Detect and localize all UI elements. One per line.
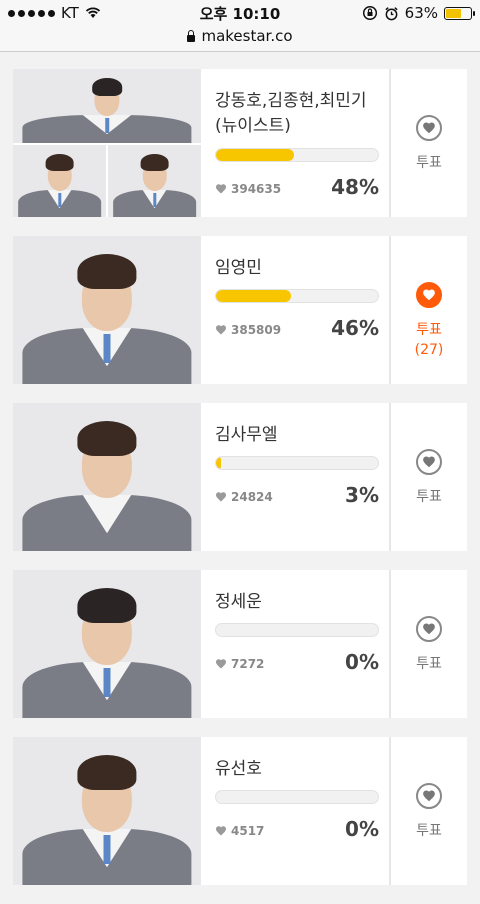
vote-button[interactable]: 투표 (389, 737, 467, 885)
candidate-name: 정세운 (215, 592, 262, 612)
vote-progress-bar (215, 790, 379, 804)
photo-area (13, 69, 201, 217)
candidate-info: 정세운 7272 0% (201, 570, 389, 718)
vote-progress-fill (216, 149, 294, 161)
vote-progress-bar (215, 456, 379, 470)
vote-percent: 46% (331, 316, 379, 340)
vote-count: 24824 (215, 490, 273, 504)
vote-percent: 48% (331, 175, 379, 199)
url-text: makestar.co (201, 27, 293, 45)
vote-count-value: 7272 (231, 657, 265, 671)
vote-count-value: 24824 (231, 490, 273, 504)
heart-vote-icon[interactable] (416, 115, 442, 141)
vote-percent: 0% (345, 817, 379, 841)
vote-label: 투표 (391, 153, 467, 173)
vote-progress-bar (215, 289, 379, 303)
lock-icon (187, 30, 196, 42)
vote-button[interactable]: 투표 (389, 570, 467, 718)
address-bar[interactable]: makestar.co (0, 26, 480, 52)
alarm-icon (385, 6, 398, 20)
my-vote-count: (27) (414, 342, 444, 358)
vote-label: 투표 (391, 821, 467, 841)
vote-button[interactable]: 투표 (27) (389, 236, 467, 384)
candidate-photo (13, 737, 201, 885)
vote-count: 7272 (215, 657, 264, 671)
candidate-info: 김사무엘 24824 3% (201, 403, 389, 551)
battery-icon (444, 6, 475, 20)
candidate-card: 정세운 7272 0% 투표 (13, 570, 467, 718)
vote-count: 4517 (215, 824, 264, 838)
status-bar: KT 오후 10:10 63% (0, 0, 480, 26)
photo-area (13, 403, 201, 551)
vote-label: 투표 (27) (391, 320, 467, 360)
candidate-card: 강동호,김종현,최민기(뉴이스트) 394635 48% 투표 (13, 69, 467, 217)
candidate-photo (108, 145, 201, 217)
photo-area (13, 236, 201, 384)
vote-button[interactable]: 투표 (389, 69, 467, 217)
candidate-info: 임영민 385809 46% (201, 236, 389, 384)
vote-progress-bar (215, 148, 379, 162)
vote-count-value: 394635 (231, 182, 282, 196)
battery-percent: 63% (404, 4, 438, 22)
vote-button[interactable]: 투표 (389, 403, 467, 551)
vote-count-value: 4517 (231, 824, 265, 838)
vote-label-text: 투표 (416, 155, 442, 171)
vote-label-text: 투표 (416, 322, 442, 338)
heart-vote-icon[interactable] (416, 282, 442, 308)
candidate-photo (13, 403, 201, 551)
heart-icon (216, 826, 226, 836)
candidate-photo (13, 145, 106, 217)
vote-count-value: 385809 (231, 323, 282, 337)
heart-icon (216, 659, 226, 669)
heart-vote-icon[interactable] (416, 783, 442, 809)
heart-icon (216, 184, 226, 194)
candidate-card: 김사무엘 24824 3% 투표 (13, 403, 467, 551)
vote-percent: 3% (345, 483, 379, 507)
vote-label-text: 투표 (416, 656, 442, 672)
vote-count: 385809 (215, 323, 281, 337)
heart-icon (216, 492, 226, 502)
heart-icon (216, 325, 226, 335)
vote-progress-bar (215, 623, 379, 637)
candidate-info: 유선호 4517 0% (201, 737, 389, 885)
candidate-photo (13, 69, 201, 143)
candidate-name: 강동호,김종현,최민기(뉴이스트) (215, 91, 367, 136)
candidate-card: 유선호 4517 0% 투표 (13, 737, 467, 885)
candidate-info: 강동호,김종현,최민기(뉴이스트) 394635 48% (201, 69, 389, 217)
candidate-name: 김사무엘 (215, 425, 278, 445)
candidate-card: 임영민 385809 46% 투표 (27) (13, 236, 467, 384)
vote-progress-fill (216, 290, 291, 302)
heart-vote-icon[interactable] (416, 616, 442, 642)
photo-area (13, 737, 201, 885)
vote-count: 394635 (215, 182, 281, 196)
candidate-photo (13, 236, 201, 384)
candidate-name: 유선호 (215, 759, 262, 779)
vote-progress-fill (216, 457, 221, 469)
rotation-lock-icon (362, 5, 377, 21)
vote-percent: 0% (345, 650, 379, 674)
vote-label-text: 투표 (416, 489, 442, 505)
vote-label-text: 투표 (416, 823, 442, 839)
candidate-name: 임영민 (215, 258, 262, 278)
vote-label: 투표 (391, 487, 467, 507)
candidate-list: 강동호,김종현,최민기(뉴이스트) 394635 48% 투표 임영민 385809 46%… (13, 69, 467, 904)
vote-label: 투표 (391, 654, 467, 674)
photo-area (13, 570, 201, 718)
heart-vote-icon[interactable] (416, 449, 442, 475)
status-right: 63% (362, 4, 475, 22)
candidate-photo (13, 570, 201, 718)
